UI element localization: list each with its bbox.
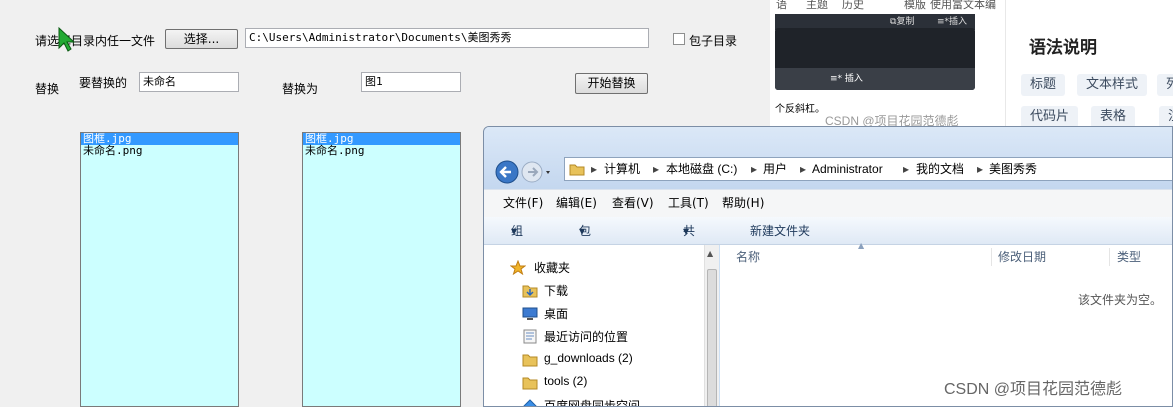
nav-item-desktop[interactable]: 桌面: [522, 305, 568, 322]
tab-history[interactable]: 历史: [842, 0, 864, 12]
tag-heading[interactable]: 标题: [1021, 74, 1066, 96]
desktop-icon: [522, 307, 538, 320]
new-folder-button[interactable]: 新建文件夹: [750, 217, 810, 245]
include-in-library-button[interactable]: 包含到库中 ▾: [579, 217, 591, 350]
breadcrumb-administrator[interactable]: Administrator: [812, 158, 883, 180]
download-folder-icon: [522, 285, 538, 298]
breadcrumb-meitu[interactable]: 美图秀秀: [989, 158, 1037, 180]
start-replace-button[interactable]: 开始替换: [575, 73, 648, 94]
preview-file-list[interactable]: 图框.jpg 未命名.png: [302, 132, 461, 407]
menu-file[interactable]: 文件(F): [503, 190, 543, 216]
breadcrumb-computer[interactable]: 计算机: [604, 158, 640, 180]
column-type[interactable]: 类型: [1117, 245, 1141, 269]
cursor-icon: [58, 26, 76, 52]
nav-item-recent-places[interactable]: 最近访问的位置: [522, 328, 628, 345]
back-forward-buttons[interactable]: [494, 159, 554, 185]
path-input[interactable]: C:\Users\Administrator\Documents\美图秀秀: [245, 28, 649, 48]
editor-preview-pane: 语 主题 历史 模版 使用富文本编辑器 ⧉复制 ≡*插入 ≡* 插入 个反斜杠。: [770, 0, 1005, 130]
to-replace-label: 要替换的: [79, 76, 128, 90]
address-bar[interactable]: ▸ 计算机 ▸ 本地磁盘 (C:) ▸ 用户 ▸ Administrator ▸…: [564, 157, 1172, 181]
select-file-label: 请选择目录内任一文件: [35, 34, 156, 48]
select-button[interactable]: 选择...: [165, 29, 238, 49]
tag-table[interactable]: 表格: [1091, 106, 1136, 128]
to-replace-input[interactable]: 未命名: [139, 72, 239, 92]
nav-item-downloads[interactable]: 下载: [522, 282, 568, 299]
watermark: CSDN @项目花园范德彪: [944, 381, 1123, 398]
recent-places-icon: [523, 329, 537, 344]
column-modified-date[interactable]: 修改日期: [998, 245, 1046, 269]
breadcrumb-c-drive[interactable]: 本地磁盘 (C:): [666, 158, 737, 180]
command-bar: 组织 ▾ 包含到库中 ▾ 共享 ▾ 新建文件夹: [484, 217, 1172, 350]
tab-template[interactable]: 模版: [904, 0, 926, 12]
tag-text-style[interactable]: 文本样式: [1077, 74, 1148, 96]
subdir-label: 包子目录: [689, 34, 738, 48]
markdown-editor-window: 语 主题 历史 模版 使用富文本编辑器 ⧉复制 ≡*插入 ≡* 插入 个反斜杠。…: [770, 0, 1173, 130]
list-item[interactable]: 未命名.png: [81, 145, 238, 157]
tag-note[interactable]: 注: [1159, 106, 1173, 128]
share-button[interactable]: 共享 ▾: [683, 217, 695, 266]
insert-bar[interactable]: ≡* 插入: [775, 68, 975, 90]
replace-with-input[interactable]: 图1: [361, 72, 461, 92]
breadcrumb-my-documents[interactable]: 我的文档: [916, 158, 964, 180]
menu-edit[interactable]: 编辑(E): [556, 190, 597, 216]
menu-bar: 文件(F) 编辑(E) 查看(V) 工具(T) 帮助(H): [484, 189, 1172, 217]
tag-list[interactable]: 列: [1157, 74, 1173, 96]
nav-item-tools[interactable]: tools (2): [522, 374, 587, 390]
menu-help[interactable]: 帮助(H): [722, 190, 764, 216]
star-icon: [510, 260, 526, 275]
folder-icon: [569, 164, 585, 176]
list-item[interactable]: 未命名.png: [303, 145, 460, 157]
column-name[interactable]: 名称: [736, 245, 760, 269]
menu-tools[interactable]: 工具(T): [668, 190, 709, 216]
nav-item-favorites[interactable]: 收藏夹: [510, 259, 570, 276]
nav-item-g-downloads[interactable]: g_downloads (2): [522, 351, 633, 367]
empty-folder-message: 该文件夹为空。: [1078, 293, 1163, 307]
tab-theme[interactable]: 主题: [806, 0, 828, 12]
navigation-scrollbar[interactable]: ▲: [704, 245, 719, 406]
folder-icon: [522, 354, 538, 367]
replace-label: 替换: [35, 82, 60, 96]
source-file-list[interactable]: 图框.jpg 未命名.png: [80, 132, 239, 407]
sort-arrow-icon: ▲: [858, 241, 865, 250]
navigation-pane: 收藏夹 下载 桌面 最近访问的位置 g_downloads (2) tools …: [484, 245, 719, 406]
nav-item-baidu-sync[interactable]: 百度网盘同步空间: [522, 397, 640, 406]
explorer-nav-row: ▸ 计算机 ▸ 本地磁盘 (C:) ▸ 用户 ▸ Administrator ▸…: [484, 127, 1172, 189]
note-text: 个反斜杠。: [775, 104, 825, 115]
folder-icon: [522, 377, 538, 390]
organize-button[interactable]: 组织 ▾: [511, 217, 523, 266]
history-dropdown-icon: [546, 171, 550, 174]
menu-view[interactable]: 查看(V): [612, 190, 654, 216]
syntax-title: 语法说明: [1029, 38, 1097, 58]
tab-syntax[interactable]: 语: [776, 0, 787, 12]
scrollbar-thumb[interactable]: [707, 269, 717, 406]
breadcrumb-users[interactable]: 用户: [763, 158, 787, 180]
replace-with-label: 替换为: [282, 82, 319, 96]
tag-code[interactable]: 代码片: [1021, 106, 1079, 128]
baidu-sync-icon: [523, 399, 537, 406]
subdir-checkbox[interactable]: [673, 33, 685, 45]
explorer-window: ▸ 计算机 ▸ 本地磁盘 (C:) ▸ 用户 ▸ Administrator ▸…: [483, 126, 1173, 407]
